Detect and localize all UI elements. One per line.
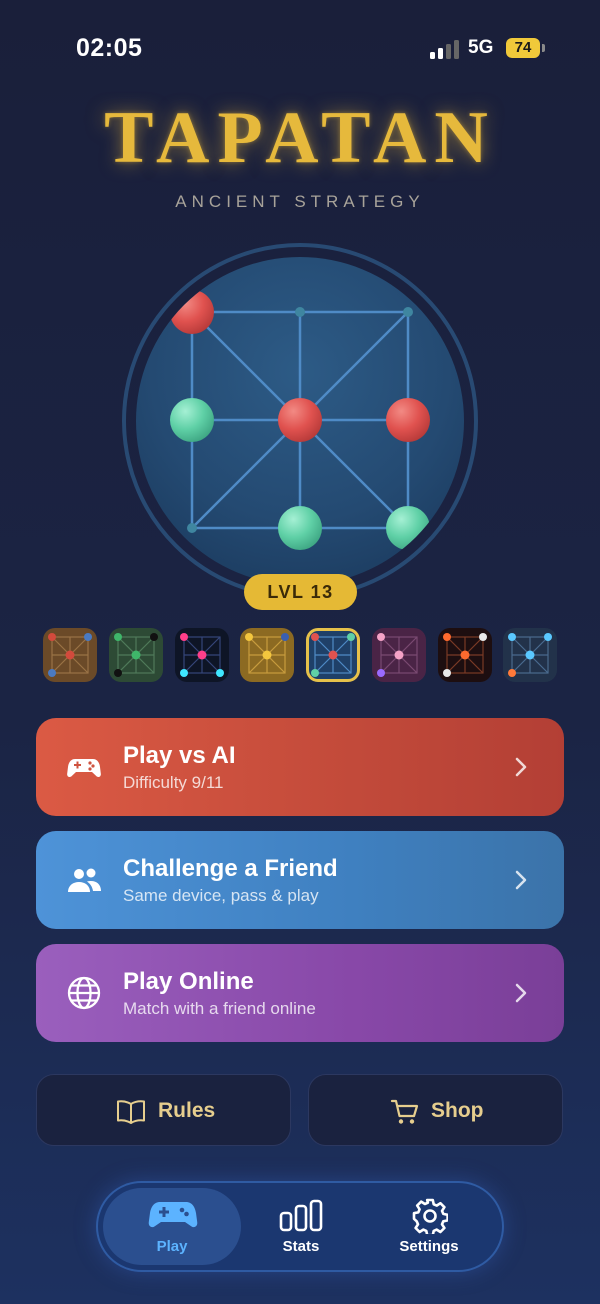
nav-label: Settings	[399, 1238, 459, 1255]
mode-title: Challenge a Friend	[123, 855, 338, 882]
rules-button[interactable]: Rules	[36, 1074, 291, 1146]
theme-tile-slate[interactable]	[503, 628, 557, 682]
mode-title: Play vs AI	[123, 742, 236, 769]
theme-tile-ember[interactable]	[438, 628, 492, 682]
nav-label: Stats	[282, 1238, 320, 1255]
bar-chart-icon	[279, 1199, 323, 1232]
nav-label: Play	[156, 1238, 188, 1255]
red-piece	[278, 398, 322, 442]
teal-piece	[170, 398, 214, 442]
nav-tab-stats[interactable]: Stats	[232, 1188, 370, 1265]
teal-piece	[278, 506, 322, 550]
theme-tile-wood[interactable]	[43, 628, 97, 682]
cart-icon	[390, 1099, 419, 1124]
theme-tile-gold[interactable]	[240, 628, 294, 682]
nav-tab-settings[interactable]: Settings	[360, 1188, 498, 1265]
theme-tile-neon[interactable]	[175, 628, 229, 682]
book-icon	[117, 1100, 145, 1124]
red-piece	[386, 398, 430, 442]
globe-icon	[67, 976, 101, 1010]
theme-tile-forest[interactable]	[109, 628, 163, 682]
chevron-right-icon	[515, 870, 527, 890]
bottom-nav: Play Stats Settings	[96, 1181, 504, 1272]
mode-title: Play Online	[123, 968, 254, 995]
play-online-button[interactable]: Play Online Match with a friend online	[36, 944, 564, 1042]
users-icon	[68, 868, 101, 892]
red-piece	[170, 290, 214, 334]
level-badge: LVL 13	[244, 574, 357, 610]
teal-piece	[386, 506, 430, 550]
shop-label: Shop	[431, 1099, 484, 1122]
board-grid	[170, 290, 430, 550]
theme-tile-purple[interactable]	[372, 628, 426, 682]
board-node	[403, 307, 413, 317]
board-node	[295, 307, 305, 317]
nav-tab-play[interactable]: Play	[103, 1188, 241, 1265]
theme-tile-ocean[interactable]	[306, 628, 360, 682]
rules-label: Rules	[158, 1099, 216, 1122]
challenge-friend-button[interactable]: Challenge a Friend Same device, pass & p…	[36, 831, 564, 929]
shop-button[interactable]: Shop	[308, 1074, 563, 1146]
mode-subtitle: Same device, pass & play	[123, 886, 319, 905]
gamepad-icon	[148, 1202, 198, 1228]
chevron-right-icon	[515, 983, 527, 1003]
board-node	[187, 523, 197, 533]
mode-subtitle: Difficulty 9/11	[123, 773, 224, 792]
play-vs-ai-button[interactable]: Play vs AI Difficulty 9/11	[36, 718, 564, 816]
gamepad-icon	[67, 759, 101, 778]
mode-subtitle: Match with a friend online	[123, 999, 316, 1018]
chevron-right-icon	[515, 757, 527, 777]
gear-icon	[412, 1198, 448, 1234]
